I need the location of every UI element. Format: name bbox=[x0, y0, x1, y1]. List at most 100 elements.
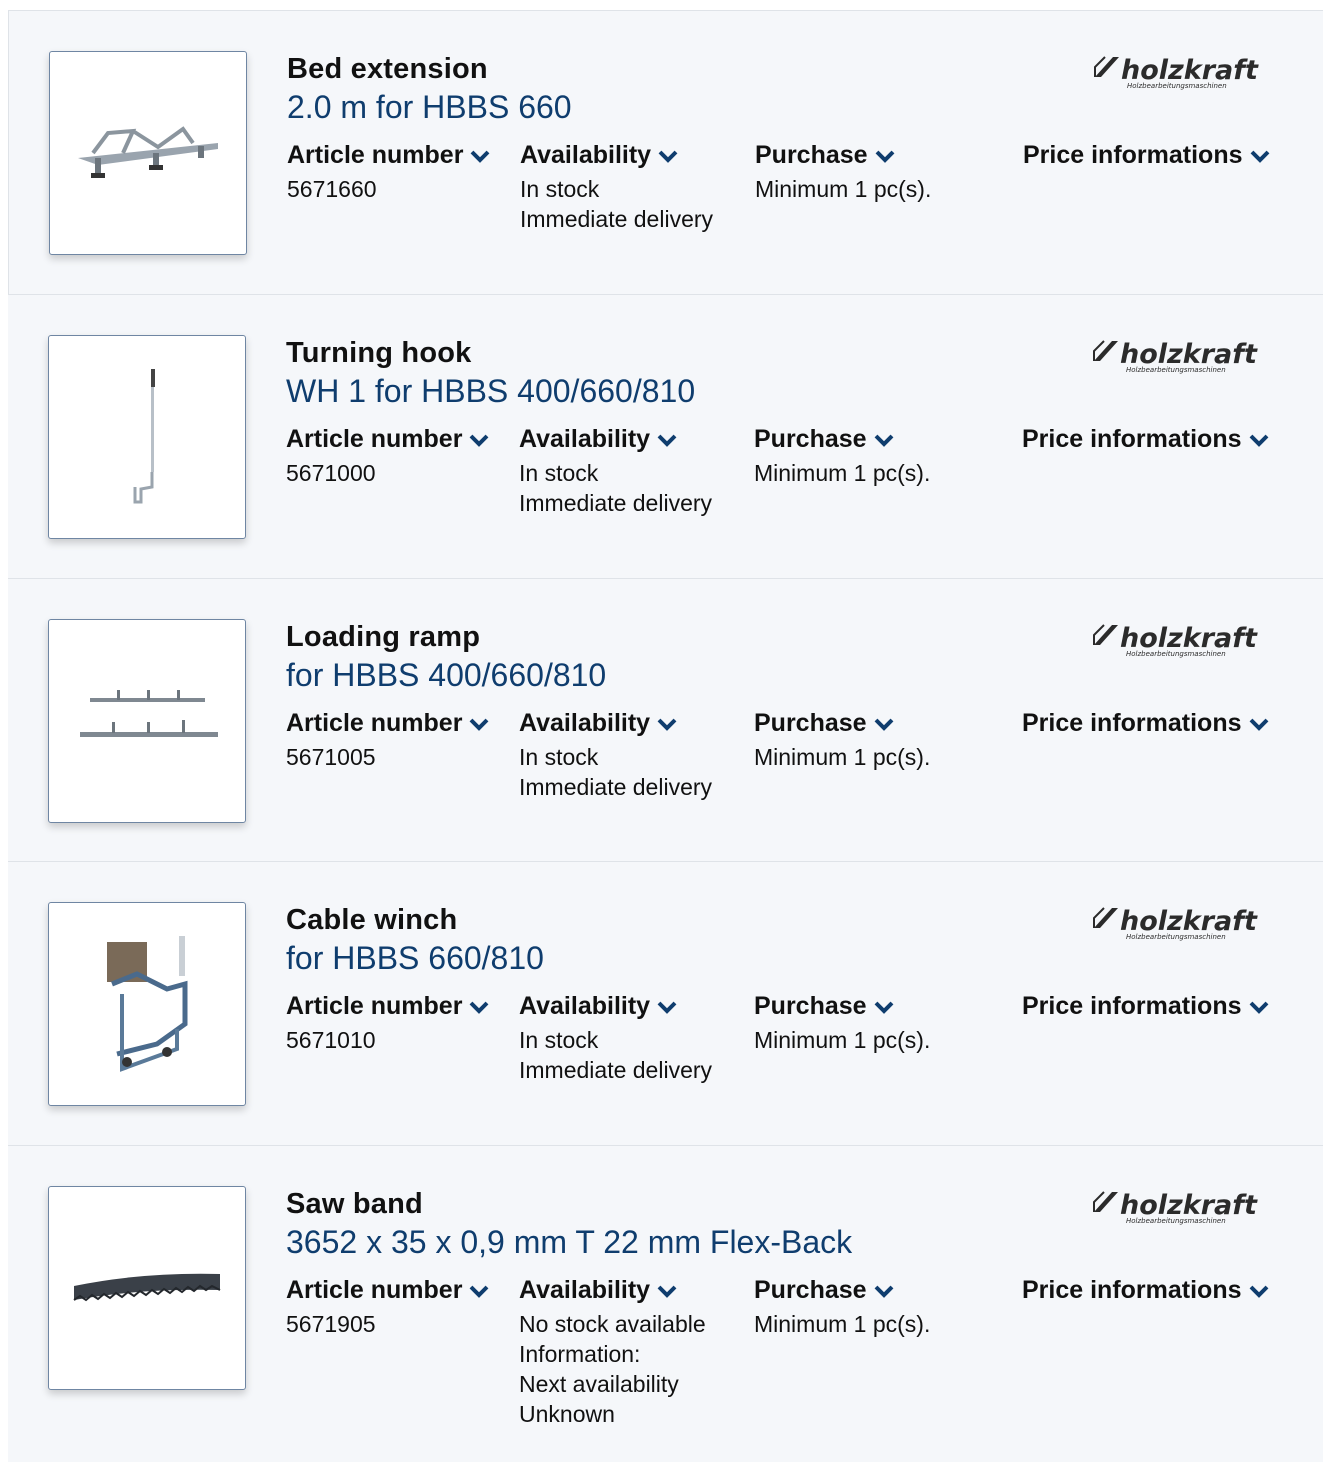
price-info-column: Price informations bbox=[1023, 141, 1271, 170]
article-number-toggle[interactable]: Article number bbox=[286, 1276, 490, 1305]
chevron-down-icon bbox=[471, 150, 490, 163]
article-number-value: 5671905 bbox=[286, 1311, 376, 1337]
availability-column: Availability In stock Immediate delivery bbox=[519, 425, 712, 518]
chevron-down-icon bbox=[470, 434, 489, 447]
product-image[interactable] bbox=[48, 335, 246, 539]
saw-band-image bbox=[73, 1273, 221, 1302]
chevron-down-icon bbox=[470, 1001, 489, 1014]
article-number-value: 5671010 bbox=[286, 1027, 376, 1053]
availability-status: In stock bbox=[520, 176, 600, 202]
product-subtitle[interactable]: 3652 x 35 x 0,9 mm T 22 mm Flex-Back bbox=[286, 1224, 852, 1261]
cable-winch-image bbox=[107, 936, 188, 1072]
availability-toggle[interactable]: Availability bbox=[519, 425, 712, 454]
product-title[interactable]: Turning hook bbox=[286, 337, 472, 370]
holzkraft-logo: holzkraft Holzbearbeitungsmaschinen bbox=[1093, 623, 1258, 658]
product-subtitle[interactable]: WH 1 for HBBS 400/660/810 bbox=[286, 373, 695, 410]
availability-column: Availability No stock available Informat… bbox=[519, 1276, 706, 1429]
availability-next: Next availability bbox=[519, 1371, 679, 1397]
product-title[interactable]: Saw band bbox=[286, 1188, 423, 1221]
product-row: Turning hook WH 1 for HBBS 400/660/810 A… bbox=[8, 294, 1323, 578]
purchase-minimum: Minimum 1 pc(s). bbox=[755, 176, 932, 202]
article-number-toggle[interactable]: Article number bbox=[287, 141, 491, 170]
purchase-column: Purchase Minimum 1 pc(s). bbox=[754, 992, 930, 1055]
article-number-toggle[interactable]: Article number bbox=[286, 425, 490, 454]
chevron-down-icon bbox=[874, 1001, 893, 1014]
availability-info: Information: bbox=[519, 1341, 641, 1367]
chevron-down-icon bbox=[470, 1285, 489, 1298]
purchase-minimum: Minimum 1 pc(s). bbox=[754, 1027, 931, 1053]
availability-delivery: Immediate delivery bbox=[519, 774, 713, 800]
chevron-down-icon bbox=[657, 718, 677, 731]
chevron-down-icon bbox=[1249, 718, 1268, 731]
price-info-toggle[interactable]: Price informations bbox=[1022, 425, 1270, 454]
price-info-column: Price informations bbox=[1022, 1276, 1270, 1305]
chevron-down-icon bbox=[874, 434, 893, 447]
availability-delivery: Immediate delivery bbox=[519, 490, 713, 516]
availability-delivery: Immediate delivery bbox=[519, 1057, 713, 1083]
article-number-column: Article number 5671010 bbox=[286, 992, 490, 1055]
chevron-down-icon bbox=[657, 1001, 677, 1014]
holzkraft-logo: holzkraft Holzbearbeitungsmaschinen bbox=[1093, 339, 1258, 374]
loading-ramp-image bbox=[80, 690, 218, 737]
product-row: Cable winch for HBBS 660/810 Article num… bbox=[8, 861, 1323, 1145]
product-subtitle[interactable]: for HBBS 400/660/810 bbox=[286, 657, 606, 694]
holzkraft-logo: holzkraft Holzbearbeitungsmaschinen bbox=[1094, 55, 1259, 90]
holzkraft-logo: holzkraft Holzbearbeitungsmaschinen bbox=[1093, 906, 1258, 941]
availability-status: In stock bbox=[519, 460, 599, 486]
availability-delivery: Immediate delivery bbox=[520, 206, 714, 232]
article-number-toggle[interactable]: Article number bbox=[286, 992, 490, 1021]
chevron-down-icon bbox=[1249, 434, 1268, 447]
availability-toggle[interactable]: Availability bbox=[519, 709, 712, 738]
price-info-toggle[interactable]: Price informations bbox=[1022, 1276, 1270, 1305]
product-title[interactable]: Cable winch bbox=[286, 904, 457, 937]
chevron-down-icon bbox=[1249, 1285, 1268, 1298]
purchase-toggle[interactable]: Purchase bbox=[754, 709, 930, 738]
chevron-down-icon bbox=[657, 434, 677, 447]
chevron-down-icon bbox=[470, 718, 489, 731]
purchase-column: Purchase Minimum 1 pc(s). bbox=[755, 141, 931, 204]
product-row: Saw band 3652 x 35 x 0,9 mm T 22 mm Flex… bbox=[8, 1145, 1323, 1462]
product-title[interactable]: Loading ramp bbox=[286, 621, 480, 654]
purchase-toggle[interactable]: Purchase bbox=[755, 141, 931, 170]
article-number-column: Article number 5671905 bbox=[286, 1276, 490, 1339]
price-info-toggle[interactable]: Price informations bbox=[1022, 992, 1270, 1021]
availability-status: In stock bbox=[519, 1027, 599, 1053]
purchase-minimum: Minimum 1 pc(s). bbox=[754, 460, 931, 486]
purchase-toggle[interactable]: Purchase bbox=[754, 992, 930, 1021]
chevron-down-icon bbox=[874, 718, 893, 731]
product-image[interactable] bbox=[48, 902, 246, 1106]
product-subtitle[interactable]: 2.0 m for HBBS 660 bbox=[287, 89, 572, 126]
availability-status: In stock bbox=[519, 744, 599, 770]
svg-text:Holzbearbeitungsmaschinen: Holzbearbeitungsmaschinen bbox=[1126, 650, 1226, 658]
svg-text:Holzbearbeitungsmaschinen: Holzbearbeitungsmaschinen bbox=[1127, 82, 1227, 90]
product-row: Bed extension 2.0 m for HBBS 660 Article… bbox=[8, 10, 1323, 294]
article-number-column: Article number 5671000 bbox=[286, 425, 490, 488]
purchase-column: Purchase Minimum 1 pc(s). bbox=[754, 425, 930, 488]
product-image[interactable] bbox=[49, 51, 247, 255]
chevron-down-icon bbox=[874, 1285, 893, 1298]
availability-toggle[interactable]: Availability bbox=[519, 1276, 706, 1305]
product-image[interactable] bbox=[48, 1186, 246, 1390]
chevron-down-icon bbox=[658, 150, 678, 163]
product-subtitle[interactable]: for HBBS 660/810 bbox=[286, 940, 544, 977]
availability-toggle[interactable]: Availability bbox=[519, 992, 712, 1021]
price-info-toggle[interactable]: Price informations bbox=[1022, 709, 1270, 738]
chevron-down-icon bbox=[657, 1285, 677, 1298]
price-info-toggle[interactable]: Price informations bbox=[1023, 141, 1271, 170]
article-number-column: Article number 5671005 bbox=[286, 709, 490, 772]
purchase-column: Purchase Minimum 1 pc(s). bbox=[754, 709, 930, 772]
holzkraft-logo: holzkraft Holzbearbeitungsmaschinen bbox=[1093, 1190, 1258, 1225]
turning-hook-image bbox=[133, 369, 155, 504]
availability-status: No stock available bbox=[519, 1311, 706, 1337]
purchase-toggle[interactable]: Purchase bbox=[754, 425, 930, 454]
product-image[interactable] bbox=[48, 619, 246, 823]
availability-toggle[interactable]: Availability bbox=[520, 141, 713, 170]
purchase-toggle[interactable]: Purchase bbox=[754, 1276, 930, 1305]
purchase-minimum: Minimum 1 pc(s). bbox=[754, 1311, 931, 1337]
product-title[interactable]: Bed extension bbox=[287, 53, 488, 86]
purchase-column: Purchase Minimum 1 pc(s). bbox=[754, 1276, 930, 1339]
availability-column: Availability In stock Immediate delivery bbox=[519, 709, 712, 802]
availability-column: Availability In stock Immediate delivery bbox=[519, 992, 712, 1085]
article-number-toggle[interactable]: Article number bbox=[286, 709, 490, 738]
price-info-column: Price informations bbox=[1022, 425, 1270, 454]
